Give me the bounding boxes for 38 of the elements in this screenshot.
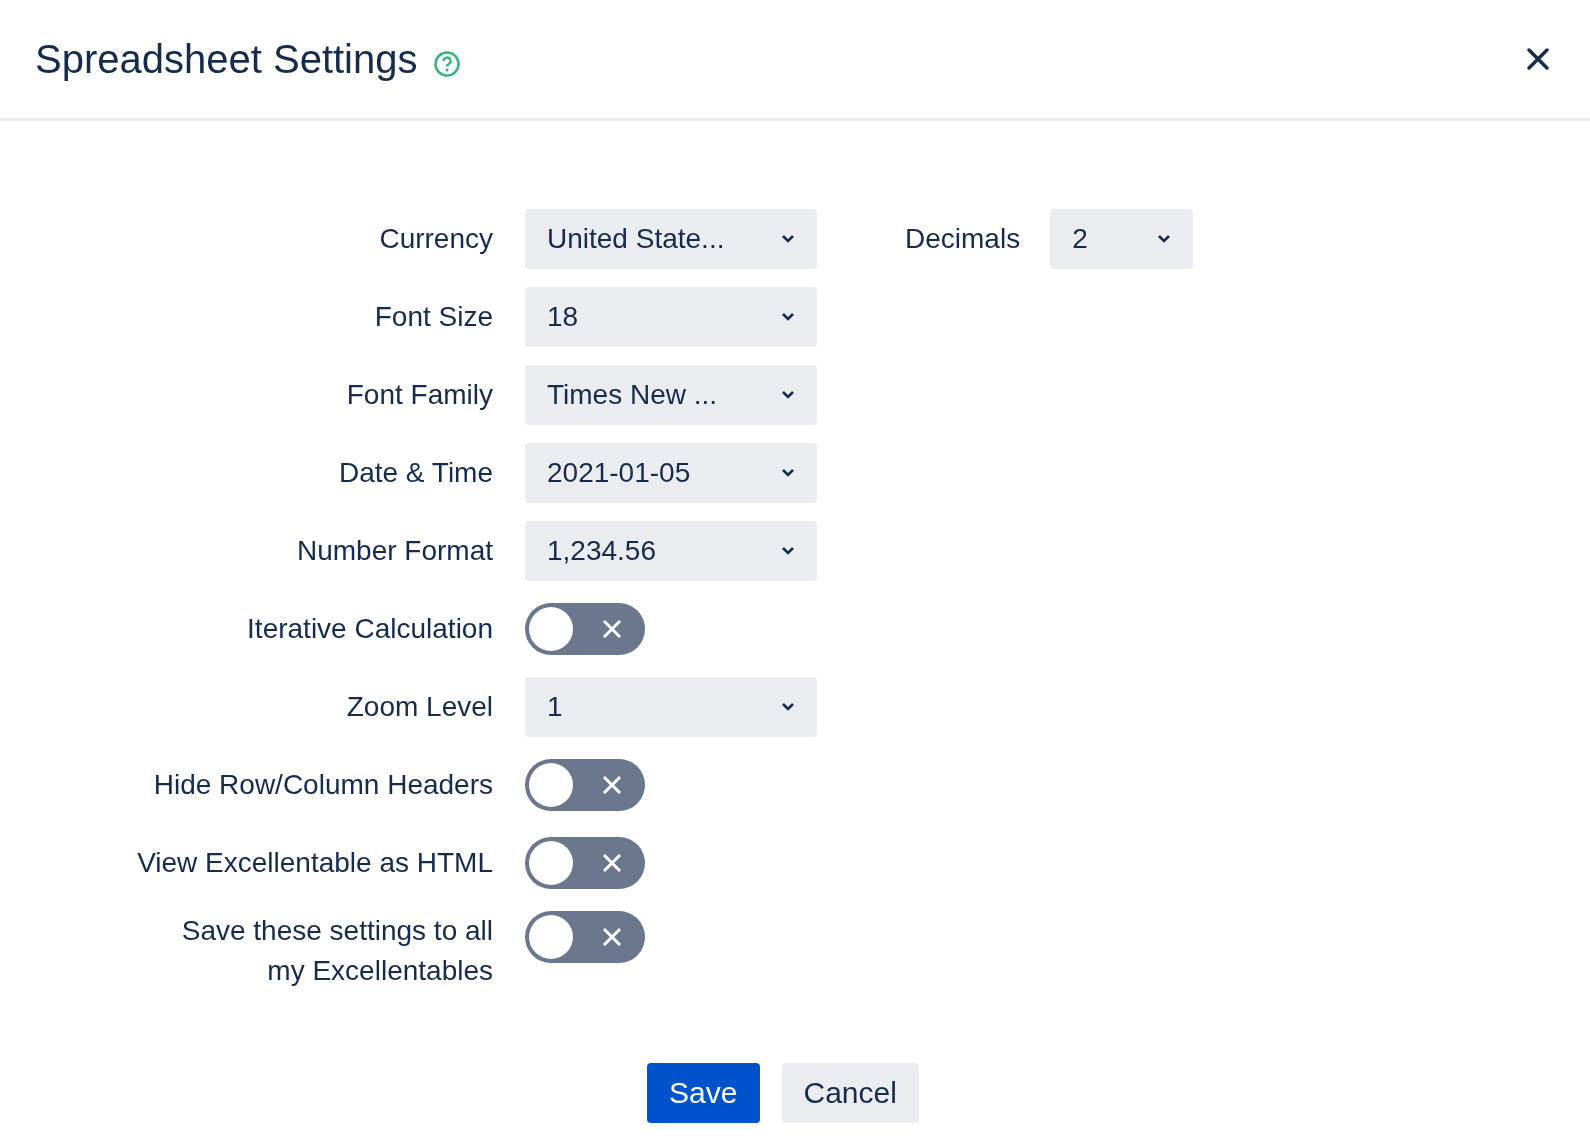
chevron-down-icon: [781, 390, 795, 400]
chevron-down-icon: [1157, 234, 1172, 244]
dropdown[interactable]: 2: [1050, 209, 1194, 269]
field-label: Save these settings to all my Excellentables: [180, 914, 493, 988]
close-icon: [601, 618, 623, 640]
field-label: Currency: [378, 222, 493, 256]
toggle-switch[interactable]: [525, 759, 645, 811]
field-label: Number Format: [295, 534, 493, 568]
dropdown[interactable]: 18: [525, 287, 817, 347]
dropdown[interactable]: 2021-01-05: [525, 443, 817, 503]
chevron-down-icon: [781, 468, 795, 478]
close-icon: [601, 774, 623, 796]
field-label: View Excellentable as HTML: [136, 846, 493, 880]
close-icon: [601, 852, 623, 874]
toggle-switch[interactable]: [525, 603, 645, 655]
chevron-down-icon: [781, 546, 795, 556]
toggle-switch[interactable]: [525, 837, 645, 889]
close-icon: [601, 926, 623, 948]
chevron-down-icon: [781, 702, 795, 712]
toggle-switch[interactable]: [525, 911, 645, 963]
dialog-title: Spreadsheet Settings: [35, 36, 418, 82]
save-button[interactable]: Save: [647, 1063, 760, 1123]
close-icon[interactable]: [1526, 47, 1550, 71]
field-label: Date & Time: [337, 456, 493, 490]
chevron-down-icon: [781, 234, 795, 244]
dropdown[interactable]: 1,234.56: [525, 521, 817, 581]
field-label: Hide Row/Column Headers: [152, 768, 493, 802]
cancel-button[interactable]: Cancel: [781, 1063, 919, 1123]
dropdown[interactable]: 1: [525, 677, 817, 737]
field-label: Iterative Calculation: [246, 612, 493, 646]
help-icon[interactable]: [433, 50, 462, 78]
dropdown[interactable]: Times New ...: [525, 365, 817, 425]
field-label: Font Family: [345, 378, 493, 412]
field-label: Zoom Level: [345, 690, 493, 724]
dropdown[interactable]: United State...: [525, 209, 817, 269]
chevron-down-icon: [781, 312, 795, 322]
field-label: Decimals: [905, 222, 1021, 256]
field-label: Font Size: [373, 300, 493, 334]
